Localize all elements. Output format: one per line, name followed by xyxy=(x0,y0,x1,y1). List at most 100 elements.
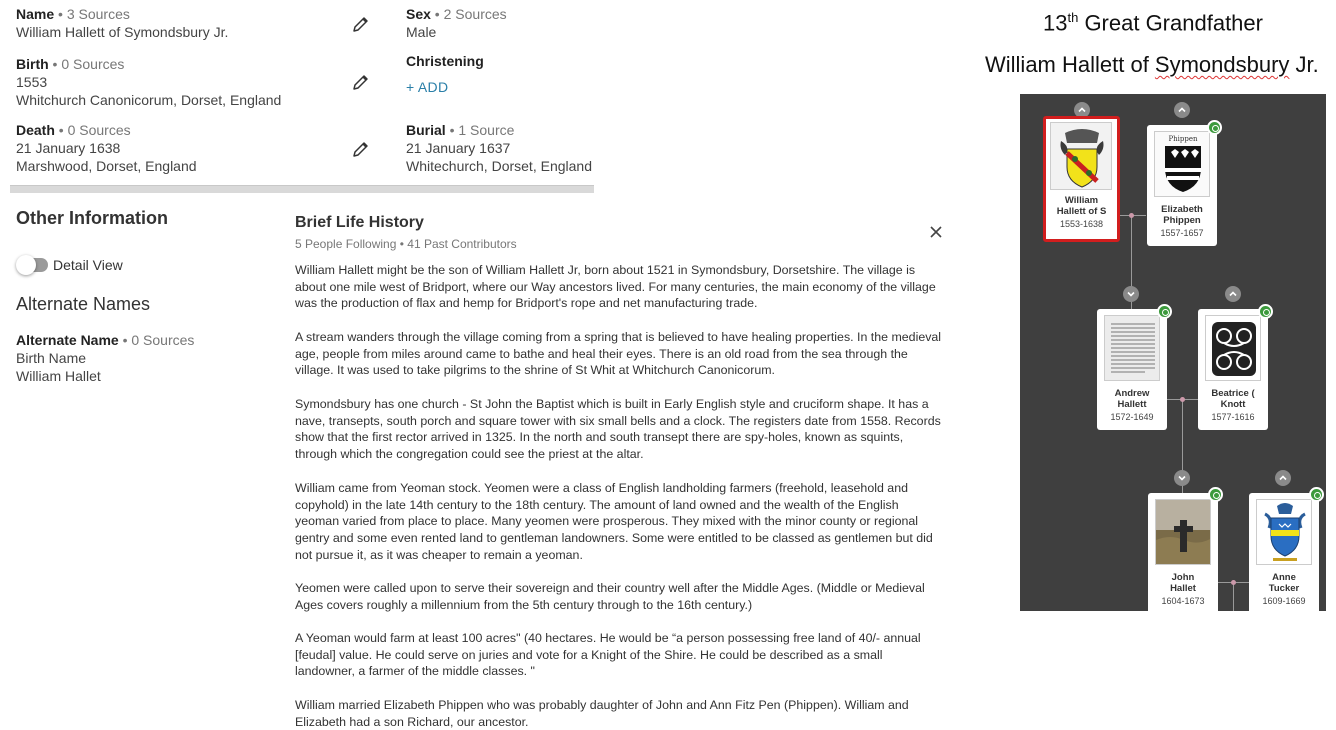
death-sources[interactable]: • 0 Sources xyxy=(55,122,131,138)
tree-card-john[interactable]: John Hallet 1604-1673 xyxy=(1148,493,1218,611)
life-history-paragraph: Symondsbury has one church - St John the… xyxy=(295,397,941,462)
detail-view-toggle[interactable] xyxy=(16,255,48,275)
expand-down-icon[interactable] xyxy=(1123,286,1139,302)
life-history-paragraph: William married Elizabeth Phippen who wa… xyxy=(295,698,909,729)
edit-death-icon[interactable] xyxy=(351,139,371,159)
generation-suffix: th xyxy=(1067,10,1079,25)
name-value: William Hallett of Symondsbury Jr. xyxy=(16,24,229,40)
tree-card-years: 1572-1649 xyxy=(1110,412,1154,422)
tree-card-name: Andrew Hallett xyxy=(1097,388,1167,410)
birth-date: 1553 xyxy=(16,74,48,90)
tree-card-elizabeth[interactable]: Phippen Elizabeth Phippen 1557-1657 xyxy=(1147,125,1217,246)
add-christening-button[interactable]: + ADD xyxy=(406,79,484,95)
descent-line xyxy=(1233,582,1234,611)
tree-card-years: 1557-1657 xyxy=(1160,228,1204,238)
name-label: Name xyxy=(16,6,55,22)
death-fact: Death • 0 Sources 21 January 1638 Marshw… xyxy=(16,122,197,175)
tree-card-last-name: Hallett xyxy=(1117,398,1147,410)
tree-card-last-name: Hallett of S xyxy=(1056,205,1107,217)
birth-label: Birth xyxy=(16,56,49,72)
tree-card-first-name: William xyxy=(1064,195,1099,206)
sex-fact: Sex • 2 Sources Male xyxy=(406,6,507,41)
tree-card-first-name: Anne xyxy=(1272,572,1296,583)
sex-label: Sex xyxy=(406,6,431,22)
tree-card-name: William Hallett of S xyxy=(1046,195,1117,217)
tree-card-name: John Hallet xyxy=(1148,572,1218,594)
person-title-post: Jr. xyxy=(1289,52,1319,77)
alternate-names-title: Alternate Names xyxy=(16,294,151,314)
birth-place: Whitchurch Canonicorum, Dorset, England xyxy=(16,92,282,108)
expand-down-icon[interactable] xyxy=(1174,470,1190,486)
alternate-name-sources[interactable]: • 0 Sources xyxy=(119,332,195,348)
life-history-paragraph: William Hallett might be the son of Will… xyxy=(295,263,936,311)
tree-card-years: 1577-1616 xyxy=(1211,412,1255,422)
tree-card-name: Beatrice (Knott xyxy=(1198,388,1268,410)
family-tree-panel: William Hallett of S 1553-1638 Phippen El… xyxy=(1020,94,1326,611)
svg-text:Phippen: Phippen xyxy=(1168,135,1198,143)
memories-badge-icon[interactable] xyxy=(1258,304,1273,319)
document-photo xyxy=(1104,315,1160,381)
alternate-name-value: William Hallet xyxy=(16,368,101,384)
tree-card-first-name: Elizabeth xyxy=(1161,204,1203,215)
life-history-subtitle[interactable]: 5 People Following • 41 Past Contributor… xyxy=(295,237,517,251)
edit-birth-icon[interactable] xyxy=(351,72,371,92)
detail-view-label: Detail View xyxy=(53,257,123,273)
edit-name-icon[interactable] xyxy=(351,14,371,34)
burial-label: Burial xyxy=(406,122,446,138)
burial-fact: Burial • 1 Source 21 January 1637 Whitec… xyxy=(406,122,592,175)
tree-card-last-name: Knott xyxy=(1220,398,1246,410)
tree-card-name: Anne Tucker xyxy=(1249,572,1319,594)
tree-card-name: Elizabeth Phippen xyxy=(1147,204,1217,226)
tree-card-years: 1553-1638 xyxy=(1059,219,1104,229)
tree-card-beatrice[interactable]: Beatrice (Knott 1577-1616 xyxy=(1198,309,1268,430)
memories-badge-icon[interactable] xyxy=(1309,487,1324,502)
tree-card-last-name: Tucker xyxy=(1268,582,1300,594)
birth-sources[interactable]: • 0 Sources xyxy=(49,56,125,72)
person-title: William Hallett of Symondsbury Jr. xyxy=(985,52,1319,78)
tree-card-william[interactable]: William Hallett of S 1553-1638 xyxy=(1043,116,1120,242)
tree-card-years: 1609-1669 xyxy=(1262,596,1306,606)
generation-number: 13 xyxy=(1043,10,1068,36)
death-label: Death xyxy=(16,122,55,138)
expand-up-icon[interactable] xyxy=(1225,286,1241,302)
expand-up-icon[interactable] xyxy=(1275,470,1291,486)
tree-card-years: 1604-1673 xyxy=(1161,596,1205,606)
life-history-paragraph: A stream wanders through the village com… xyxy=(295,330,942,378)
tree-card-anne[interactable]: Anne Tucker 1609-1669 xyxy=(1249,493,1319,611)
burial-date: 21 January 1637 xyxy=(406,140,511,156)
death-place: Marshwood, Dorset, England xyxy=(16,158,197,174)
coat-of-arms-photo xyxy=(1050,122,1112,190)
couple-dot xyxy=(1231,580,1236,585)
memories-badge-icon[interactable] xyxy=(1208,487,1223,502)
memories-badge-icon[interactable] xyxy=(1207,120,1222,135)
generation-title: 13th Great Grandfather xyxy=(1043,10,1263,36)
expand-up-icon[interactable] xyxy=(1174,102,1190,118)
alternate-name-type: Birth Name xyxy=(16,350,87,366)
tree-card-first-name: Andrew xyxy=(1114,388,1150,399)
name-fact: Name • 3 Sources William Hallett of Symo… xyxy=(16,6,228,41)
tree-card-last-name: Hallet xyxy=(1170,582,1196,594)
other-info-title: Other Information xyxy=(16,208,168,228)
section-divider xyxy=(10,185,594,193)
life-history-title: Brief Life History xyxy=(295,214,424,231)
tree-card-first-name: Beatrice ( xyxy=(1211,388,1255,399)
memories-badge-icon[interactable] xyxy=(1157,304,1172,319)
sex-sources[interactable]: • 2 Sources xyxy=(431,6,507,22)
life-history-paragraph: William came from Yeoman stock. Yeomen w… xyxy=(295,481,933,562)
christening-label: Christening xyxy=(406,53,484,69)
generation-text: Great Grandfather xyxy=(1078,10,1263,36)
gravestone-photo xyxy=(1155,499,1211,565)
tree-card-first-name: John xyxy=(1171,572,1195,583)
alternate-name-fact: Alternate Name • 0 Sources Birth Name Wi… xyxy=(16,332,194,385)
name-sources[interactable]: • 3 Sources xyxy=(54,6,130,22)
sex-value: Male xyxy=(406,24,437,40)
tree-card-andrew[interactable]: Andrew Hallett 1572-1649 xyxy=(1097,309,1167,430)
life-history-paragraph: A Yeoman would farm at least 100 acres" … xyxy=(295,631,921,679)
close-icon[interactable] xyxy=(926,222,946,242)
tree-card-last-name: Phippen xyxy=(1163,214,1201,226)
coat-of-arms-photo: Phippen xyxy=(1154,131,1210,197)
burial-sources[interactable]: • 1 Source xyxy=(446,122,515,138)
knot-emblem-photo xyxy=(1205,315,1261,381)
toggle-knob xyxy=(16,255,36,275)
alternate-name-label: Alternate Name xyxy=(16,332,119,348)
